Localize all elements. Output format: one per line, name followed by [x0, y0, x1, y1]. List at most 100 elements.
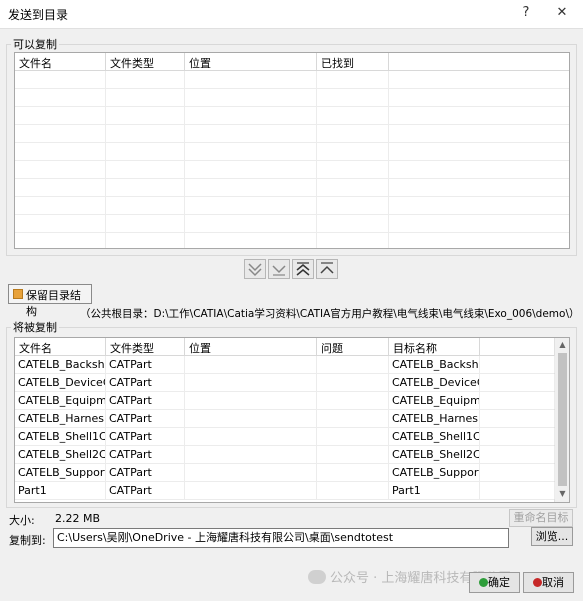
- cell-type: CATPart: [106, 446, 185, 463]
- cell-issue: [317, 446, 389, 463]
- table-cell: [185, 89, 317, 106]
- table-cell: [106, 71, 185, 88]
- column-header-location[interactable]: 位置: [185, 53, 317, 71]
- table-row[interactable]: CATELB_Shell2C...CATPartCATELB_Shell2C..…: [15, 446, 555, 464]
- table-cell: [389, 233, 569, 248]
- scroll-down-icon[interactable]: ▼: [557, 489, 568, 499]
- cell-target: CATELB_DeviceC...: [389, 374, 480, 391]
- table-cell: [317, 71, 389, 88]
- copy-to-path-field[interactable]: C:\Users\吴刚\OneDrive - 上海耀唐科技有限公司\桌面\sen…: [53, 528, 509, 548]
- table-cell: [185, 125, 317, 142]
- table-row[interactable]: CATELB_BackshellCATPartCATELB_Backshell: [15, 356, 555, 374]
- watermark: 公众号 · 上海耀唐科技有限公司: [308, 567, 511, 589]
- help-button[interactable]: ?: [516, 4, 536, 22]
- copyable-table[interactable]: 文件名 文件类型 位置 已找到: [14, 52, 570, 249]
- table-cell: [106, 143, 185, 160]
- table-cell: [317, 215, 389, 232]
- cell-location: [185, 392, 317, 409]
- title-bar: 发送到目录 ? ✕: [0, 0, 583, 29]
- table-cell: [185, 143, 317, 160]
- checkbox-icon: [13, 289, 23, 299]
- column-header-filename[interactable]: 文件名: [15, 53, 106, 71]
- cancel-button[interactable]: 取消: [523, 572, 574, 593]
- table-cell: [389, 179, 569, 196]
- browse-button[interactable]: 浏览...: [531, 527, 573, 546]
- cell-type: CATPart: [106, 482, 185, 499]
- cell-filler: [480, 464, 555, 481]
- vertical-scrollbar[interactable]: ▲ ▼: [554, 338, 569, 502]
- table-cell: [106, 161, 185, 178]
- cell-name: CATELB_DeviceC...: [15, 374, 106, 391]
- cell-type: CATPart: [106, 464, 185, 481]
- column-header-filename[interactable]: 文件名: [15, 338, 106, 356]
- table-row[interactable]: CATELB_Shell1C...CATPartCATELB_Shell1C..…: [15, 428, 555, 446]
- move-up-all-button[interactable]: [292, 259, 314, 279]
- to-copy-table[interactable]: 文件名 文件类型 位置 问题 目标名称 ▲ ▼ CATELB_Backshell…: [14, 337, 570, 503]
- cell-filler: [480, 374, 555, 391]
- table-row[interactable]: Part1 CATPart Part1: [15, 482, 555, 500]
- table-cell: [389, 89, 569, 106]
- table-cell: [185, 233, 317, 248]
- empty-row: [15, 71, 569, 89]
- table-cell: [317, 89, 389, 106]
- column-header-filetype[interactable]: 文件类型: [106, 53, 185, 71]
- table-cell: [389, 107, 569, 124]
- table-row[interactable]: CATELB_Harnes... CATPart CATELB_Harnes...: [15, 410, 555, 428]
- table-cell: [15, 89, 106, 106]
- cell-issue: [317, 464, 389, 481]
- scroll-up-icon[interactable]: ▲: [557, 340, 568, 350]
- cell-filler: [480, 446, 555, 463]
- to-copy-group-label: 将被复制: [11, 319, 59, 335]
- keep-structure-toggle[interactable]: 保留目录结构: [8, 284, 92, 318]
- close-button[interactable]: ✕: [552, 4, 572, 22]
- move-down-all-button[interactable]: [244, 259, 266, 279]
- cell-location: [185, 482, 317, 499]
- table-cell: [389, 143, 569, 160]
- table-cell: [389, 215, 569, 232]
- table-cell: [185, 215, 317, 232]
- cell-filler: [480, 482, 555, 499]
- cell-filler: [480, 428, 555, 445]
- table-cell: [15, 197, 106, 214]
- table-row[interactable]: CATELB_Support CATPart CATELB_Support: [15, 464, 555, 482]
- empty-row: [15, 215, 569, 233]
- cell-location: [185, 356, 317, 373]
- move-up-button[interactable]: [316, 259, 338, 279]
- table-cell: [15, 233, 106, 248]
- ok-icon: [479, 578, 488, 587]
- cell-target: CATELB_Harnes...: [389, 410, 480, 427]
- scroll-thumb[interactable]: [558, 353, 567, 486]
- table-row[interactable]: CATELB_DeviceC...CATPartCATELB_DeviceC..…: [15, 374, 555, 392]
- cell-name: CATELB_Backshell: [15, 356, 106, 373]
- column-header-issue[interactable]: 问题: [317, 338, 389, 356]
- column-header-location[interactable]: 位置: [185, 338, 317, 356]
- cell-type: CATPart: [106, 392, 185, 409]
- cell-type: CATPart: [106, 428, 185, 445]
- column-header-found[interactable]: 已找到: [317, 53, 389, 71]
- cell-issue: [317, 482, 389, 499]
- cell-filler: [480, 392, 555, 409]
- cell-issue: [317, 374, 389, 391]
- column-header-filetype[interactable]: 文件类型: [106, 338, 185, 356]
- table-cell: [15, 107, 106, 124]
- cell-issue: [317, 428, 389, 445]
- ok-button[interactable]: 确定: [469, 572, 520, 593]
- table-cell: [317, 179, 389, 196]
- table-cell: [317, 233, 389, 248]
- cell-location: [185, 374, 317, 391]
- cell-name: CATELB_Shell2C...: [15, 446, 106, 463]
- table-row[interactable]: CATELB_Equipm...CATPartCATELB_Equipm...: [15, 392, 555, 410]
- cell-name: CATELB_Shell1C...: [15, 428, 106, 445]
- cell-filler: [480, 410, 555, 427]
- rename-target-button[interactable]: 重命名目标: [509, 509, 573, 527]
- table-cell: [317, 161, 389, 178]
- table-cell: [185, 107, 317, 124]
- column-header-target[interactable]: 目标名称: [389, 338, 480, 356]
- move-down-single-icon: [272, 265, 286, 276]
- cell-target: CATELB_Shell2C...: [389, 446, 480, 463]
- move-down-button[interactable]: [268, 259, 290, 279]
- table-cell: [15, 161, 106, 178]
- table-cell: [106, 107, 185, 124]
- cell-location: [185, 464, 317, 481]
- table-cell: [106, 233, 185, 248]
